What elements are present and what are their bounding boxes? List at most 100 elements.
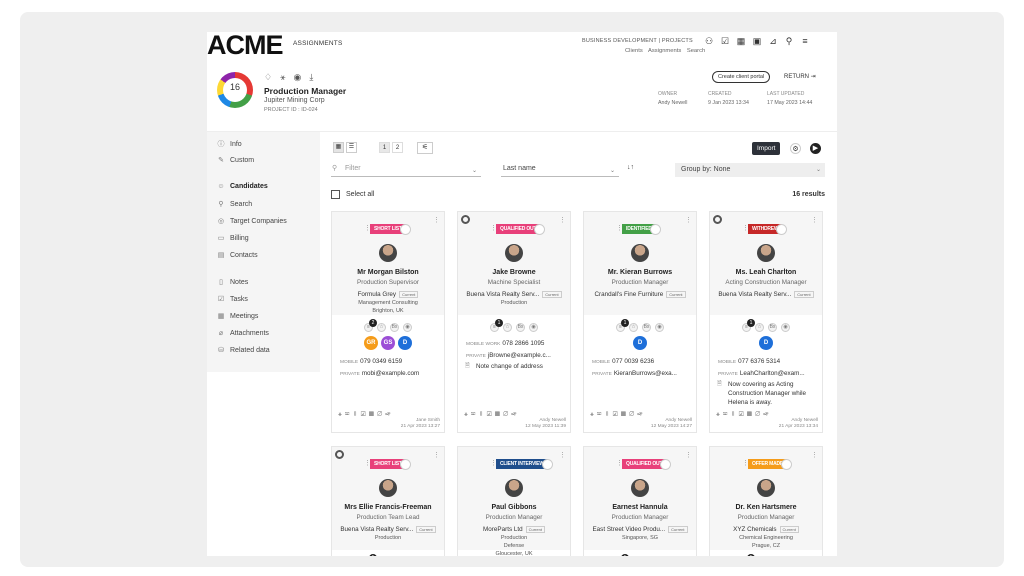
filter-settings-icon[interactable]: ⚟ — [417, 142, 433, 154]
bx-icon[interactable]: Bx — [390, 323, 399, 332]
status-badge[interactable]: OFFER MADE — [748, 459, 793, 470]
candidate-name[interactable]: Mr Morgan Bilston — [332, 269, 444, 276]
status-badge[interactable]: SHORT LIST — [370, 224, 411, 235]
project-company[interactable]: Jupiter Mining Corp — [264, 97, 325, 104]
assignee-avatar[interactable]: D — [759, 336, 773, 350]
candidate-card[interactable]: ⋮ ⋮ CLIENT INTERVIEW Paul Gibbons Production… — [457, 446, 571, 556]
footer-action-icons[interactable]: ⚹✉▯☑▦⌀☞ — [590, 411, 646, 419]
calendar-grid-icon[interactable]: ▦ — [736, 36, 746, 46]
page-1-button[interactable]: 1 — [379, 142, 390, 153]
status-badge[interactable]: WITHDREW — [748, 224, 788, 235]
sidebar-item-target-companies[interactable]: ◎ Target Companies — [217, 217, 287, 226]
company-name[interactable]: Buena Vista Realty Serv... — [340, 526, 413, 533]
download-icon[interactable]: ⤓ — [309, 72, 313, 83]
eye-icon[interactable]: ◉ — [781, 323, 790, 332]
more-options-icon[interactable]: ⋮ — [685, 451, 692, 459]
diamond-icon[interactable]: ♢ — [264, 72, 272, 83]
sidebar-item-billing[interactable]: ▭ Billing — [217, 234, 249, 243]
star-icon[interactable]: ☆ — [503, 323, 512, 332]
acme-logo[interactable]: ACME — [207, 32, 283, 61]
bx-icon[interactable]: Bx — [642, 323, 651, 332]
nav-search[interactable]: Search — [687, 48, 705, 54]
sidebar-item-notes[interactable]: ▯ Notes — [217, 278, 248, 287]
grid-view-icon[interactable]: ▦ — [333, 142, 344, 153]
more-options-icon[interactable]: ⋮ — [811, 216, 818, 224]
candidate-card[interactable]: ⋮ ⋮ OFFER MADE Dr. Ken Hartsmere Production … — [709, 446, 823, 556]
chart-icon[interactable]: ⊿ — [768, 36, 778, 46]
more-options-icon[interactable]: ⋮ — [559, 451, 566, 459]
sort-direction-icon[interactable]: ↓↑ — [627, 164, 634, 171]
star-icon[interactable]: ☆ — [377, 323, 386, 332]
status-badge[interactable]: SHORT LIST — [370, 459, 411, 470]
mobile-value[interactable]: 078 2866 1095 — [502, 340, 544, 347]
company-name[interactable]: Buena Vista Realty Serv... — [466, 291, 539, 298]
nav-clients[interactable]: Clients — [625, 48, 643, 54]
candidate-card[interactable]: ⋮ ⋮ QUALIFIED OUT Earnest Hannula Production… — [583, 446, 697, 556]
assignee-avatar[interactable]: GR — [364, 336, 378, 350]
candidate-card[interactable]: ⋮ ⋮ WITHDREW Ms. Leah Charlton Acting Constr… — [709, 211, 823, 433]
menu-icon[interactable]: ≡ — [800, 36, 810, 46]
sidebar-item-candidates[interactable]: ☺ Candidates — [217, 183, 267, 190]
sidebar-item-info[interactable]: ⓘ Info — [217, 139, 242, 149]
candidate-card[interactable]: ⋮ ⋮ SHORT LIST Mr Morgan Bilston Production … — [331, 211, 445, 433]
assignee-avatar[interactable]: D — [633, 336, 647, 350]
more-options-icon[interactable]: ⋮ — [811, 451, 818, 459]
settings-icon[interactable]: ⚙ — [790, 143, 801, 154]
eye-icon[interactable]: ◉ — [529, 323, 538, 332]
target-icon[interactable] — [461, 215, 470, 224]
status-badge[interactable]: IDENTIFIED — [622, 224, 661, 235]
sidebar-item-related-data[interactable]: ⛁ Related data — [217, 346, 270, 355]
status-badge[interactable]: CLIENT INTERVIEW — [496, 459, 553, 470]
status-badge[interactable]: QUALIFIED OUT — [622, 459, 672, 470]
page-2-button[interactable]: 2 — [392, 142, 403, 153]
footer-action-icons[interactable]: ⚹✉▯☑▦⌀☞ — [716, 411, 772, 419]
sidebar-item-tasks[interactable]: ☑ Tasks — [217, 295, 248, 304]
private-email[interactable]: mobi@example.com — [362, 370, 420, 377]
company-name[interactable]: Formula Grey — [358, 291, 397, 298]
sidebar-item-search[interactable]: ⚲ Search — [217, 200, 252, 209]
private-email[interactable]: KieranBurrows@exa... — [614, 370, 677, 377]
select-all-checkbox[interactable] — [331, 190, 340, 199]
candidate-name[interactable]: Paul Gibbons — [458, 504, 570, 511]
nav-assignments[interactable]: Assignments — [648, 48, 681, 54]
candidate-name[interactable]: Mrs Ellie Francis-Freeman — [332, 504, 444, 511]
candidate-name[interactable]: Dr. Ken Hartsmere — [710, 504, 822, 511]
eye-icon[interactable]: ◉ — [403, 323, 412, 332]
candidate-card[interactable]: ⋮ ⋮ QUALIFIED OUT Jake Browne Machine Specia… — [457, 211, 571, 433]
star-icon[interactable]: ☆ — [755, 323, 764, 332]
select-all[interactable]: Select all — [331, 190, 374, 199]
candidate-name[interactable]: Ms. Leah Charlton — [710, 269, 822, 276]
company-name[interactable]: XYZ Chemicals — [733, 526, 776, 533]
mobile-value[interactable]: 079 0349 6159 — [360, 358, 402, 365]
users-icon[interactable]: ⚇ — [704, 36, 714, 46]
video-icon[interactable]: ▶ — [810, 143, 821, 154]
bx-icon[interactable]: Bx — [768, 323, 777, 332]
sidebar-item-contacts[interactable]: ▤ Contacts — [217, 251, 258, 260]
candidate-card[interactable]: ⋮ ⋮ SHORT LIST Mrs Ellie Francis-Freeman Pro… — [331, 446, 445, 556]
assignee-avatar[interactable]: D — [398, 336, 412, 350]
mobile-value[interactable]: 077 6376 5314 — [738, 358, 780, 365]
target-icon[interactable] — [713, 215, 722, 224]
footer-action-icons[interactable]: ⚹✉▯☑▦⌀☞ — [464, 411, 520, 419]
candidate-name[interactable]: Jake Browne — [458, 269, 570, 276]
mobile-value[interactable]: 077 0039 6236 — [612, 358, 654, 365]
star-icon[interactable]: ☆ — [629, 323, 638, 332]
groupby-select[interactable]: Group by: None ⌄ — [675, 163, 825, 177]
company-name[interactable]: MoreParts Ltd — [483, 526, 523, 533]
sidebar-item-custom[interactable]: ✎ Custom — [217, 156, 254, 165]
checkbox-icon[interactable]: ☑ — [720, 36, 730, 46]
list-view-icon[interactable]: ☰ — [346, 142, 357, 153]
main-nav[interactable]: BUSINESS DEVELOPMENT | PROJECTS — [582, 38, 693, 44]
eye-icon[interactable]: ◉ — [293, 72, 301, 83]
bx-icon[interactable]: Bx — [516, 323, 525, 332]
private-email[interactable]: jBrowne@example.c... — [488, 352, 551, 359]
search-icon[interactable]: ⚲ — [784, 36, 794, 46]
company-name[interactable]: Buena Vista Realty Serv... — [718, 291, 791, 298]
target-icon[interactable] — [335, 450, 344, 459]
private-email[interactable]: LeahCharlton@exam... — [740, 370, 805, 377]
candidate-name[interactable]: Mr. Kieran Burrows — [584, 269, 696, 276]
candidate-name[interactable]: Earnest Hannula — [584, 504, 696, 511]
sort-select[interactable]: Last name ⌄ — [501, 165, 619, 177]
create-client-portal-button[interactable]: Create client portal — [712, 71, 771, 83]
more-options-icon[interactable]: ⋮ — [433, 216, 440, 224]
